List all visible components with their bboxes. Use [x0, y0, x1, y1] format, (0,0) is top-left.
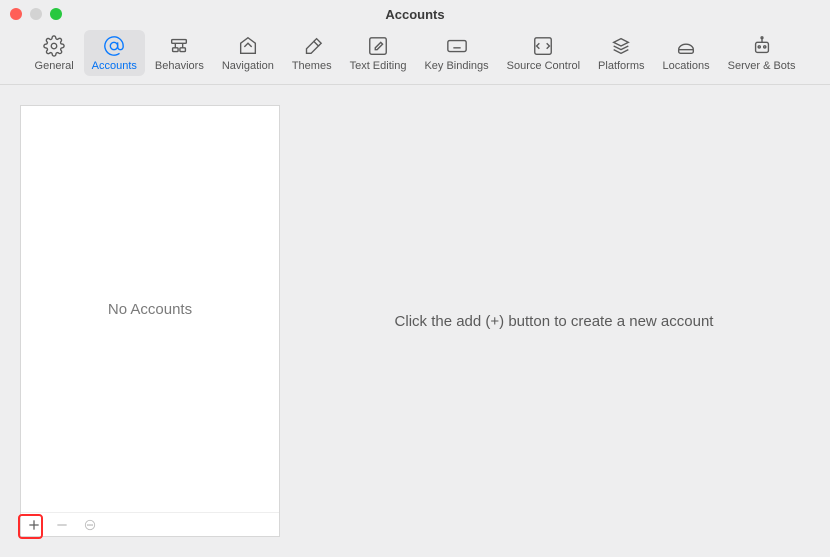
detail-empty-message: Click the add (+) button to create a new… — [395, 313, 714, 330]
at-sign-icon — [103, 34, 125, 58]
behaviors-icon — [168, 34, 190, 58]
tab-label: Locations — [663, 60, 710, 72]
tab-label: General — [35, 60, 74, 72]
gear-icon — [43, 34, 65, 58]
tab-label: Navigation — [222, 60, 274, 72]
tab-platforms[interactable]: Platforms — [590, 30, 652, 76]
add-account-button[interactable] — [25, 516, 43, 534]
tab-label: Platforms — [598, 60, 644, 72]
preferences-toolbar: General Accounts Behaviors Navigation Th… — [0, 28, 830, 85]
remove-account-button[interactable] — [53, 516, 71, 534]
tab-navigation[interactable]: Navigation — [214, 30, 282, 76]
content-area: No Accounts Click the add (+) button to … — [0, 85, 830, 557]
tab-text-editing[interactable]: Text Editing — [342, 30, 415, 76]
tab-themes[interactable]: Themes — [284, 30, 340, 76]
zoom-window-button[interactable] — [50, 8, 62, 20]
keyboard-icon — [446, 34, 468, 58]
sidebar-footer — [21, 512, 279, 536]
tab-label: Accounts — [92, 60, 137, 72]
accounts-sidebar: No Accounts — [20, 105, 280, 537]
tab-label: Text Editing — [350, 60, 407, 72]
tab-server-bots[interactable]: Server & Bots — [720, 30, 804, 76]
tab-label: Server & Bots — [728, 60, 796, 72]
empty-accounts-label: No Accounts — [108, 301, 192, 318]
detail-pane: Click the add (+) button to create a new… — [298, 105, 810, 537]
titlebar: Accounts — [0, 0, 830, 28]
source-control-icon — [532, 34, 554, 58]
traffic-lights — [10, 8, 62, 20]
close-window-button[interactable] — [10, 8, 22, 20]
paintbrush-icon — [301, 34, 323, 58]
tab-label: Source Control — [507, 60, 580, 72]
tab-accounts[interactable]: Accounts — [84, 30, 145, 76]
tab-behaviors[interactable]: Behaviors — [147, 30, 212, 76]
tab-label: Themes — [292, 60, 332, 72]
window-title: Accounts — [0, 7, 830, 22]
drive-icon — [675, 34, 697, 58]
robot-icon — [751, 34, 773, 58]
minimize-window-button[interactable] — [30, 8, 42, 20]
account-actions-button[interactable] — [81, 516, 99, 534]
edit-icon — [367, 34, 389, 58]
tab-locations[interactable]: Locations — [655, 30, 718, 76]
tab-general[interactable]: General — [27, 30, 82, 76]
tab-key-bindings[interactable]: Key Bindings — [416, 30, 496, 76]
tab-source-control[interactable]: Source Control — [499, 30, 588, 76]
navigation-icon — [237, 34, 259, 58]
tab-label: Behaviors — [155, 60, 204, 72]
platforms-icon — [610, 34, 632, 58]
accounts-list: No Accounts — [21, 106, 279, 512]
tab-label: Key Bindings — [424, 60, 488, 72]
